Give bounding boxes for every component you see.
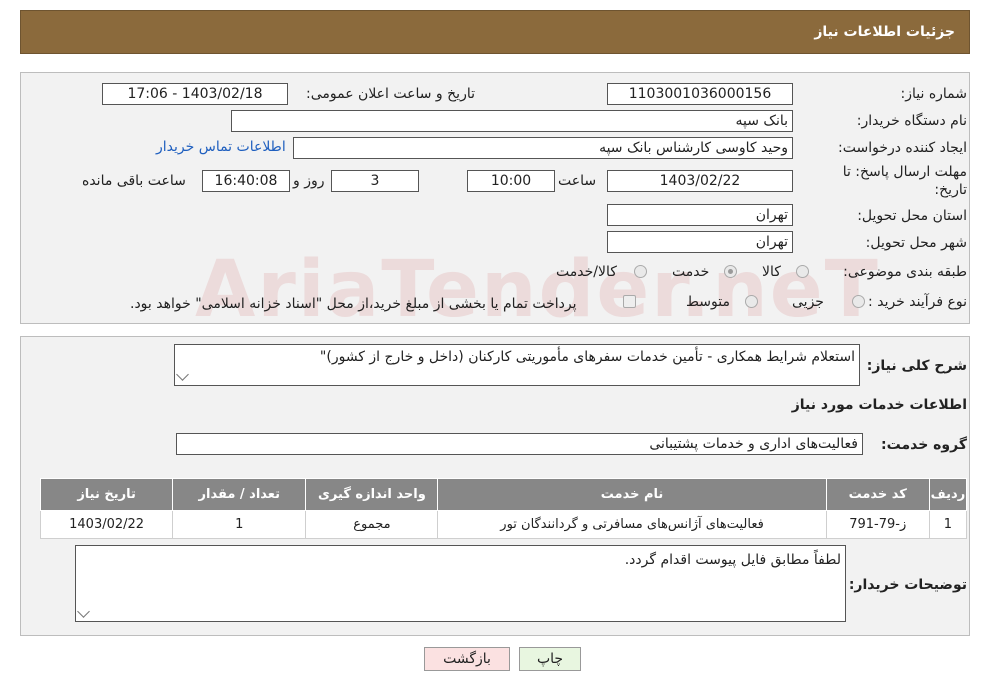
buyer-notes-text: لطفاً مطابق فایل پیوست اقدام گردد. [624, 552, 841, 568]
creator-field: وحید کاوسی کارشناس بانک سپه [293, 137, 793, 159]
province-label: استان محل تحویل: [857, 208, 967, 224]
buyer-org-label: نام دستگاه خریدار: [856, 113, 967, 129]
deadline-label-2: تاریخ: [934, 182, 967, 198]
deadline-time-field: 10:00 [467, 170, 555, 192]
watermark-logo: AriaTender.neT [195, 245, 880, 335]
category-label: طبقه بندی موضوعی: [843, 264, 967, 280]
announce-label: تاریخ و ساعت اعلان عمومی: [306, 86, 475, 102]
category-service-label: خدمت [672, 264, 710, 280]
city-field: تهران [607, 231, 793, 253]
buyer-org-field: بانک سپه [231, 110, 793, 132]
deadline-date-field: 1403/02/22 [607, 170, 793, 192]
process-minor-radio[interactable] [852, 295, 865, 308]
services-table-header: ردیف کد خدمت نام خدمت واحد اندازه گیری ت… [39, 478, 968, 511]
services-table: ردیف کد خدمت نام خدمت واحد اندازه گیری ت… [39, 478, 968, 539]
services-section-title: اطلاعات خدمات مورد نیاز [791, 397, 967, 413]
days-field: 3 [331, 170, 419, 192]
province-field: تهران [607, 204, 793, 226]
col-date: تاریخ نیاز [39, 478, 174, 511]
deadline-label: مهلت ارسال پاسخ: تا [842, 164, 967, 180]
buyer-notes-label: توضیحات خریدار: [848, 577, 967, 593]
city-label: شهر محل تحویل: [865, 235, 967, 251]
time-label: ساعت [558, 173, 597, 189]
cell-row: 1 [928, 510, 968, 539]
col-unit: واحد اندازه گیری [305, 478, 439, 511]
cell-date: 1403/02/22 [39, 510, 174, 539]
creator-label: ایجاد کننده درخواست: [838, 140, 967, 156]
page-title: جزئیات اطلاعات نیاز [814, 24, 955, 40]
category-service-radio[interactable] [724, 265, 737, 278]
cell-code: ز-79-791 [825, 510, 930, 539]
treasury-payment-checkbox[interactable] [623, 295, 636, 308]
announce-datetime-field: 1403/02/18 - 17:06 [102, 83, 288, 105]
process-minor-label: جزیی [792, 294, 824, 310]
process-medium-radio[interactable] [745, 295, 758, 308]
days-label: روز و [293, 173, 325, 189]
page-header: جزئیات اطلاعات نیاز [20, 10, 970, 54]
print-button[interactable]: چاپ [519, 647, 581, 671]
summary-field: استعلام شرایط همکاری - تأمین خدمات سفرها… [174, 344, 860, 386]
cell-name: فعالیت‌های آژانس‌های مسافرتی و گردانندگا… [437, 510, 827, 539]
process-medium-label: متوسط [686, 294, 730, 310]
summary-label: شرح کلی نیاز: [866, 358, 967, 374]
remaining-time-field: 16:40:08 [202, 170, 290, 192]
cell-qty: 1 [172, 510, 307, 539]
process-type-label: نوع فرآیند خرید : [868, 294, 967, 310]
remaining-label: ساعت باقی مانده [82, 173, 186, 189]
buyer-notes-field: لطفاً مطابق فایل پیوست اقدام گردد. [75, 545, 846, 622]
category-goods-service-radio[interactable] [634, 265, 647, 278]
treasury-payment-note: پرداخت تمام یا بخشی از مبلغ خرید،از محل … [130, 296, 577, 312]
service-group-field: فعالیت‌های اداری و خدمات پشتیبانی [176, 433, 863, 455]
col-row: ردیف [928, 478, 968, 511]
category-goods-label: کالا [762, 264, 781, 280]
summary-text: استعلام شرایط همکاری - تأمین خدمات سفرها… [319, 349, 855, 365]
need-number-field: 1103001036000156 [607, 83, 793, 105]
table-row: 1 ز-79-791 فعالیت‌های آژانس‌های مسافرتی … [39, 510, 968, 539]
category-goods-radio[interactable] [796, 265, 809, 278]
buyer-contact-link[interactable]: اطلاعات تماس خریدار [156, 139, 286, 155]
col-qty: تعداد / مقدار [172, 478, 307, 511]
col-code: کد خدمت [825, 478, 930, 511]
cell-unit: مجموع [305, 510, 439, 539]
back-button[interactable]: بازگشت [424, 647, 510, 671]
category-goods-service-label: کالا/خدمت [556, 264, 617, 280]
need-number-label: شماره نیاز: [900, 86, 968, 102]
col-name: نام خدمت [437, 478, 827, 511]
service-group-label: گروه خدمت: [881, 437, 967, 453]
